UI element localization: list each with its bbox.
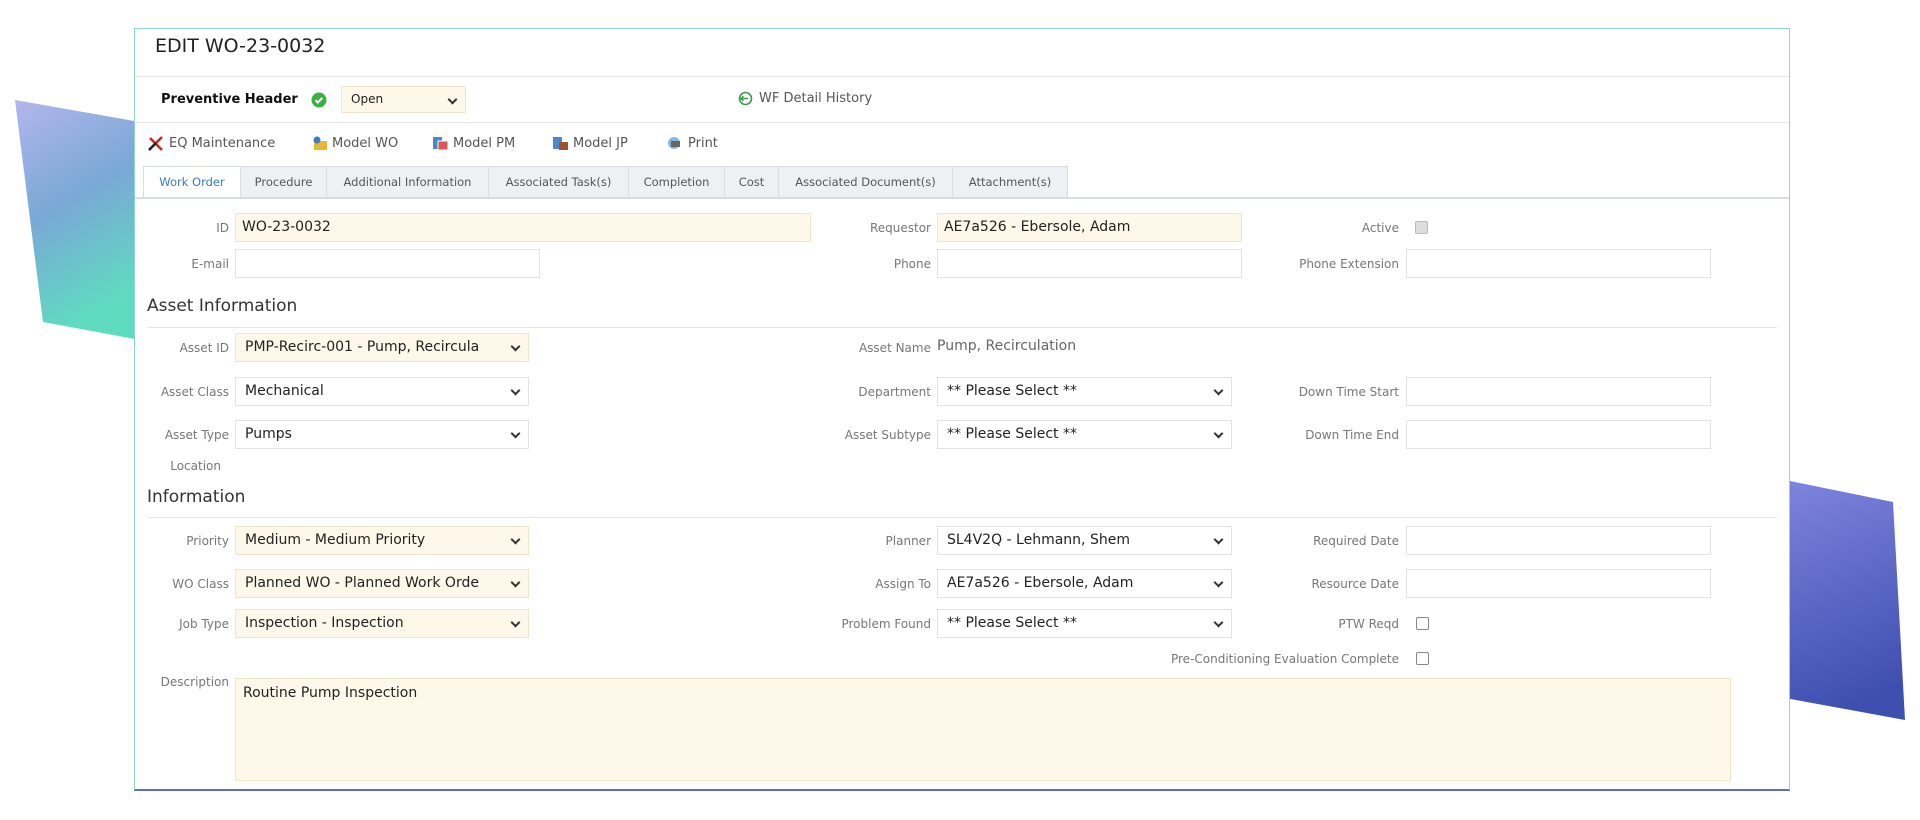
requestor-label: Requestor [869, 221, 931, 235]
tab-associated-tasks[interactable]: Associated Task(s) [488, 166, 629, 198]
email-field[interactable] [235, 249, 540, 278]
tab-attachments[interactable]: Attachment(s) [952, 166, 1068, 198]
department-select[interactable]: ** Please Select ** [937, 377, 1232, 406]
description-textarea[interactable]: Routine Pump Inspection [235, 678, 1731, 781]
model-pm-button[interactable]: Model PM [431, 135, 515, 151]
email-label: E-mail [191, 257, 229, 271]
wf-detail-history-label: WF Detail History [759, 91, 873, 106]
asset-id-select[interactable]: PMP-Recirc-001 - Pump, Recircula [235, 333, 529, 362]
requestor-field[interactable]: AE7a526 - Ebersole, Adam [937, 213, 1242, 242]
preventive-header-label: Preventive Header [161, 92, 298, 107]
resource-date-label: Resource Date [1311, 577, 1399, 591]
tab-associated-documents[interactable]: Associated Document(s) [778, 166, 953, 198]
active-checkbox [1415, 221, 1428, 234]
model-jp-icon [553, 137, 568, 150]
print-button[interactable]: Print [666, 135, 718, 151]
page-title: EDIT WO-23-0032 [155, 35, 326, 57]
id-field[interactable]: WO-23-0032 [235, 213, 811, 242]
eq-maintenance-button[interactable]: EQ Maintenance [147, 135, 275, 151]
model-wo-label: Model WO [332, 135, 399, 151]
right-decor-shape [1785, 480, 1905, 720]
phone-extension-field[interactable] [1406, 249, 1711, 278]
asset-name-label: Asset Name [858, 341, 931, 355]
tab-completion[interactable]: Completion [628, 166, 725, 198]
wo-class-label: WO Class [172, 577, 229, 591]
pre-conditioning-checkbox[interactable] [1416, 652, 1429, 665]
id-label: ID [216, 221, 229, 235]
asset-type-label: Asset Type [164, 428, 229, 442]
history-icon [738, 91, 753, 106]
department-label: Department [858, 385, 931, 399]
model-pm-icon [433, 137, 449, 151]
model-jp-button[interactable]: Model JP [551, 135, 628, 151]
phone-extension-label: Phone Extension [1299, 257, 1399, 271]
edit-work-order-panel: EDIT WO-23-0032 Preventive Header Open W… [134, 28, 1790, 791]
asset-name-value: Pump, Recirculation [937, 338, 1077, 354]
job-type-label: Job Type [179, 617, 229, 631]
model-jp-label: Model JP [573, 135, 628, 151]
asset-subtype-select[interactable]: ** Please Select ** [937, 420, 1232, 449]
model-pm-label: Model PM [453, 135, 516, 151]
tab-work-order[interactable]: Work Order [143, 166, 241, 198]
asset-type-select[interactable]: Pumps [235, 420, 529, 449]
location-label: Location [170, 459, 221, 473]
asset-id-label: Asset ID [179, 341, 229, 355]
resource-date-field[interactable] [1406, 569, 1711, 598]
print-icon [668, 137, 680, 149]
asset-class-select[interactable]: Mechanical [235, 377, 529, 406]
eq-maintenance-label: EQ Maintenance [169, 135, 276, 151]
planner-select[interactable]: SL4V2Q - Lehmann, Shem [937, 526, 1232, 555]
phone-label: Phone [893, 257, 931, 271]
model-wo-icon [313, 136, 327, 150]
down-time-start-field[interactable] [1406, 377, 1711, 406]
down-time-start-label: Down Time Start [1298, 385, 1399, 399]
down-time-end-label: Down Time End [1305, 428, 1399, 442]
ptw-reqd-checkbox[interactable] [1416, 617, 1429, 630]
job-type-select[interactable]: Inspection - Inspection [235, 609, 529, 638]
check-circle-icon [311, 92, 327, 108]
asset-information-heading: Asset Information [147, 296, 298, 316]
wo-class-select[interactable]: Planned WO - Planned Work Orde [235, 569, 529, 598]
required-date-field[interactable] [1406, 526, 1711, 555]
tab-procedure[interactable]: Procedure [240, 166, 327, 198]
wf-detail-history-link[interactable]: WF Detail History [738, 91, 872, 106]
active-label: Active [1361, 221, 1399, 235]
description-label: Description [160, 675, 229, 689]
assign-to-select[interactable]: AE7a526 - Ebersole, Adam [937, 569, 1232, 598]
priority-label: Priority [186, 534, 229, 548]
required-date-label: Required Date [1313, 534, 1399, 548]
asset-class-label: Asset Class [160, 385, 229, 399]
information-heading: Information [147, 487, 246, 507]
tab-cost[interactable]: Cost [724, 166, 779, 198]
model-wo-button[interactable]: Model WO [310, 135, 398, 151]
phone-field[interactable] [937, 249, 1242, 278]
tab-additional-information[interactable]: Additional Information [326, 166, 489, 198]
pre-conditioning-label: Pre-Conditioning Evaluation Complete [1170, 652, 1399, 666]
planner-label: Planner [885, 534, 931, 548]
assign-to-label: Assign To [875, 577, 931, 591]
asset-subtype-label: Asset Subtype [844, 428, 931, 442]
tools-icon [148, 136, 163, 151]
problem-found-select[interactable]: ** Please Select ** [937, 609, 1232, 638]
problem-found-label: Problem Found [841, 617, 931, 631]
ptw-reqd-label: PTW Reqd [1338, 617, 1399, 631]
status-select[interactable]: Open [341, 86, 466, 113]
down-time-end-field[interactable] [1406, 420, 1711, 449]
priority-select[interactable]: Medium - Medium Priority [235, 526, 529, 555]
print-label: Print [688, 135, 718, 151]
